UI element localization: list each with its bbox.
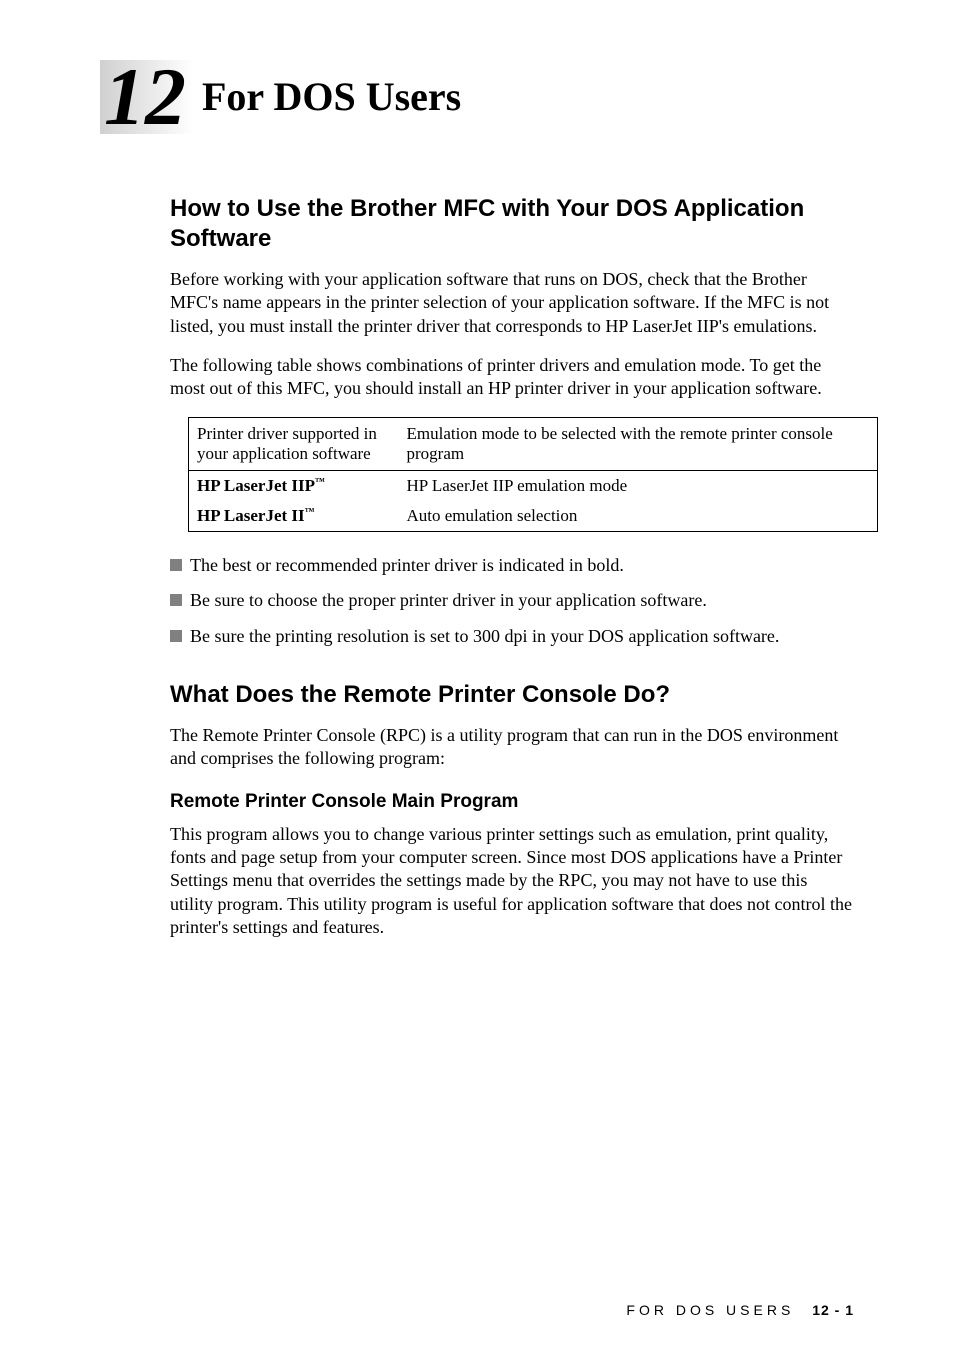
table-header-row: Printer driver supported in your applica… [189, 417, 878, 470]
footer-section-name: FOR DOS USERS [626, 1302, 794, 1318]
chapter-number: 12 [100, 60, 194, 134]
bullet-square-icon [170, 594, 182, 606]
table-header-col2: Emulation mode to be selected with the r… [399, 417, 878, 470]
bullet-item: Be sure the printing resolution is set t… [170, 625, 854, 648]
bullet-square-icon [170, 559, 182, 571]
subsection-heading-rpc-main: Remote Printer Console Main Program [170, 791, 854, 813]
table-row: HP LaserJet II™ Auto emulation selection [189, 501, 878, 532]
bullet-square-icon [170, 630, 182, 642]
footer-page-number: 12 - 1 [812, 1302, 854, 1318]
driver-emulation-table: Printer driver supported in your applica… [188, 417, 878, 532]
table-cell-emulation: HP LaserJet IIP emulation mode [399, 470, 878, 501]
section-heading-dos-app: How to Use the Brother MFC with Your DOS… [170, 194, 854, 254]
table-cell-driver: HP LaserJet II™ [189, 501, 399, 532]
chapter-header: 12 For DOS Users [100, 60, 854, 134]
bullet-text: Be sure the printing resolution is set t… [190, 625, 779, 648]
chapter-title: For DOS Users [202, 73, 461, 120]
table-cell-driver: HP LaserJet IIP™ [189, 470, 399, 501]
body-paragraph: Before working with your application sof… [170, 268, 854, 338]
section-heading-rpc: What Does the Remote Printer Console Do? [170, 680, 854, 710]
table-header-col1: Printer driver supported in your applica… [189, 417, 399, 470]
bullet-text: The best or recommended printer driver i… [190, 554, 624, 577]
table-cell-emulation: Auto emulation selection [399, 501, 878, 532]
body-paragraph: The Remote Printer Console (RPC) is a ut… [170, 724, 854, 771]
bullet-text: Be sure to choose the proper printer dri… [190, 589, 707, 612]
bullet-item: The best or recommended printer driver i… [170, 554, 854, 577]
page-footer: FOR DOS USERS 12 - 1 [626, 1302, 854, 1318]
table-row: HP LaserJet IIP™ HP LaserJet IIP emulati… [189, 470, 878, 501]
body-paragraph: The following table shows combinations o… [170, 354, 854, 401]
body-paragraph: This program allows you to change variou… [170, 823, 854, 940]
bullet-item: Be sure to choose the proper printer dri… [170, 589, 854, 612]
